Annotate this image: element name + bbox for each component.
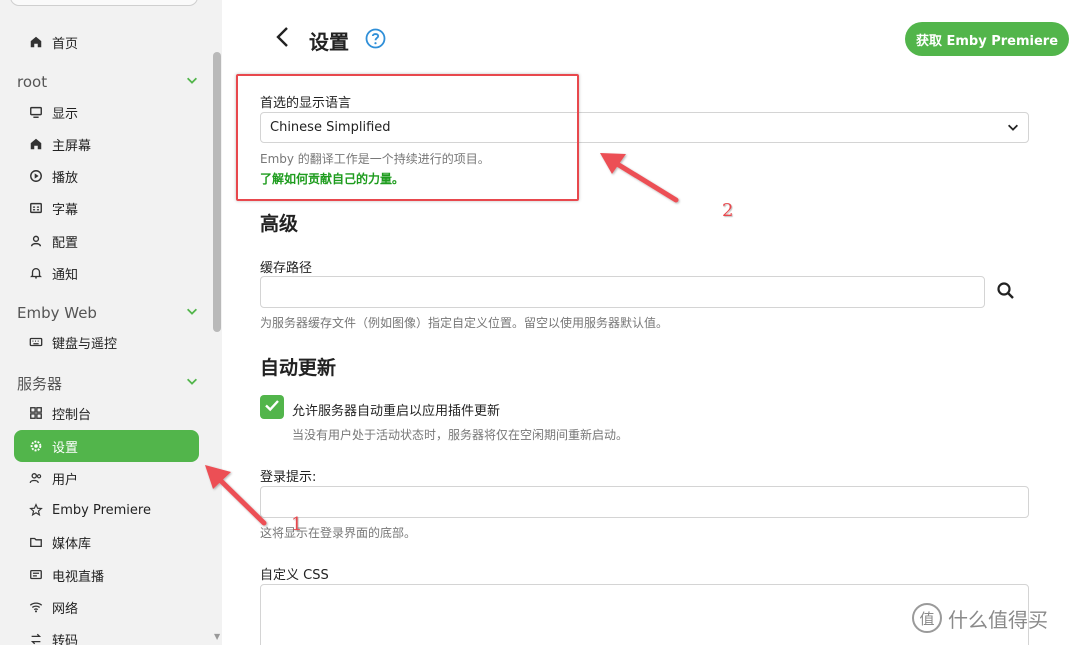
- chevron-down-icon: [185, 374, 199, 392]
- sidebar-item-livetv[interactable]: 电视直播: [14, 559, 199, 591]
- sidebar-item-label: 控制台: [52, 407, 92, 423]
- sidebar-item-label: Emby Premiere: [52, 502, 151, 518]
- sidebar-item-label: 字幕: [52, 202, 79, 218]
- sidebar-item-keyboard[interactable]: 键盘与遥控: [14, 326, 199, 358]
- get-premiere-button[interactable]: 获取 Emby Premiere: [905, 22, 1069, 56]
- scroll-down-arrow-icon[interactable]: ▼: [214, 632, 220, 641]
- section-emby-web[interactable]: Emby Web: [17, 302, 199, 324]
- page-title: 设置: [309, 30, 349, 54]
- sidebar-scrollbar[interactable]: [213, 52, 221, 332]
- sidebar-item-settings[interactable]: 设置: [14, 430, 199, 462]
- person-icon: [28, 233, 44, 249]
- section-label: Emby Web: [17, 304, 97, 322]
- sidebar: 首页 root 显示 主屏幕 播放 字幕 配置 通知 Emby Web 键盘与遥…: [0, 0, 222, 645]
- annotation-highlight-box: [236, 74, 579, 201]
- gear-icon: [28, 438, 44, 454]
- section-root[interactable]: root: [17, 71, 199, 93]
- cache-path-input[interactable]: [260, 276, 985, 308]
- sidebar-search-box[interactable]: [10, 0, 198, 6]
- advanced-section-title: 高级: [260, 213, 299, 235]
- login-disclaimer-label: 登录提示:: [260, 470, 317, 485]
- annotation-number-1: 1: [291, 514, 303, 535]
- people-icon: [28, 470, 44, 486]
- sidebar-item-label: 主屏幕: [52, 138, 92, 154]
- sidebar-item-label: 设置: [52, 440, 79, 456]
- auto-restart-checkbox[interactable]: [260, 395, 284, 419]
- sidebar-item-library[interactable]: 媒体库: [14, 526, 199, 558]
- star-icon: [28, 502, 44, 518]
- watermark-logo-icon: 值: [912, 603, 942, 633]
- sidebar-item-subtitles[interactable]: 字幕: [14, 192, 199, 224]
- bell-icon: [28, 265, 44, 281]
- keyboard-icon: [28, 334, 44, 350]
- tv-icon: [28, 567, 44, 583]
- watermark: 值 什么值得买: [912, 603, 1048, 633]
- back-button[interactable]: [270, 26, 296, 52]
- sidebar-item-transcode[interactable]: 转码: [14, 623, 199, 645]
- sidebar-item-label: 播放: [52, 170, 79, 186]
- sidebar-item-label: 用户: [52, 472, 79, 488]
- sidebar-item-profile[interactable]: 配置: [14, 225, 199, 257]
- search-icon: [995, 282, 1017, 306]
- sidebar-item-network[interactable]: 网络: [14, 591, 199, 623]
- sidebar-item-label: 电视直播: [52, 569, 105, 585]
- sidebar-item-label: 配置: [52, 235, 79, 251]
- wifi-icon: [28, 599, 44, 615]
- play-circle-icon: [28, 168, 44, 184]
- cache-path-help: 为服务器缓存文件（例如图像）指定自定义位置。留空以使用服务器默认值。: [260, 316, 669, 330]
- browse-path-button[interactable]: [995, 280, 1017, 302]
- sidebar-item-homescreen[interactable]: 主屏幕: [14, 128, 199, 160]
- sidebar-item-label: 首页: [52, 36, 79, 52]
- sidebar-item-label: 通知: [52, 267, 79, 283]
- login-disclaimer-input[interactable]: [260, 486, 1029, 518]
- home-icon: [28, 136, 44, 152]
- sidebar-item-label: 显示: [52, 106, 79, 122]
- custom-css-label: 自定义 CSS: [260, 568, 329, 583]
- section-label: root: [17, 73, 48, 91]
- monitor-icon: [28, 104, 44, 120]
- sidebar-item-label: 媒体库: [52, 536, 92, 552]
- home-icon: [28, 34, 44, 50]
- subtitles-icon: [28, 200, 44, 216]
- check-icon: [263, 396, 281, 418]
- sidebar-item-label: 转码: [52, 633, 79, 645]
- sidebar-item-home[interactable]: 首页: [14, 26, 199, 58]
- dashboard-icon: [28, 405, 44, 421]
- sidebar-item-users[interactable]: 用户: [14, 462, 199, 494]
- section-label: 服务器: [17, 374, 63, 393]
- autoupdate-section-title: 自动更新: [260, 357, 337, 379]
- chevron-down-icon: [185, 73, 199, 91]
- sidebar-item-display[interactable]: 显示: [14, 96, 199, 128]
- watermark-text: 什么值得买: [948, 607, 1048, 632]
- sidebar-item-emby-premiere[interactable]: Emby Premiere: [14, 494, 199, 526]
- section-server[interactable]: 服务器: [17, 372, 199, 394]
- chevron-left-icon: [274, 26, 292, 52]
- sidebar-item-playback[interactable]: 播放: [14, 160, 199, 192]
- auto-restart-label: 允许服务器自动重启以应用插件更新: [292, 404, 501, 419]
- folder-icon: [28, 534, 44, 550]
- sidebar-item-notifications[interactable]: 通知: [14, 257, 199, 289]
- annotation-number-2: 2: [722, 200, 734, 221]
- sidebar-item-label: 网络: [52, 601, 79, 617]
- transcode-icon: [28, 631, 44, 645]
- auto-restart-help: 当没有用户处于活动状态时，服务器将仅在空闲期间重新启动。: [292, 428, 629, 442]
- login-disclaimer-help: 这将显示在登录界面的底部。: [260, 526, 417, 540]
- sidebar-item-label: 键盘与遥控: [52, 336, 118, 352]
- chevron-down-icon: [185, 304, 199, 322]
- help-icon[interactable]: [365, 28, 386, 49]
- sidebar-item-dashboard[interactable]: 控制台: [14, 397, 199, 429]
- cache-path-label: 缓存路径: [260, 261, 313, 276]
- chevron-down-icon: [1006, 120, 1020, 138]
